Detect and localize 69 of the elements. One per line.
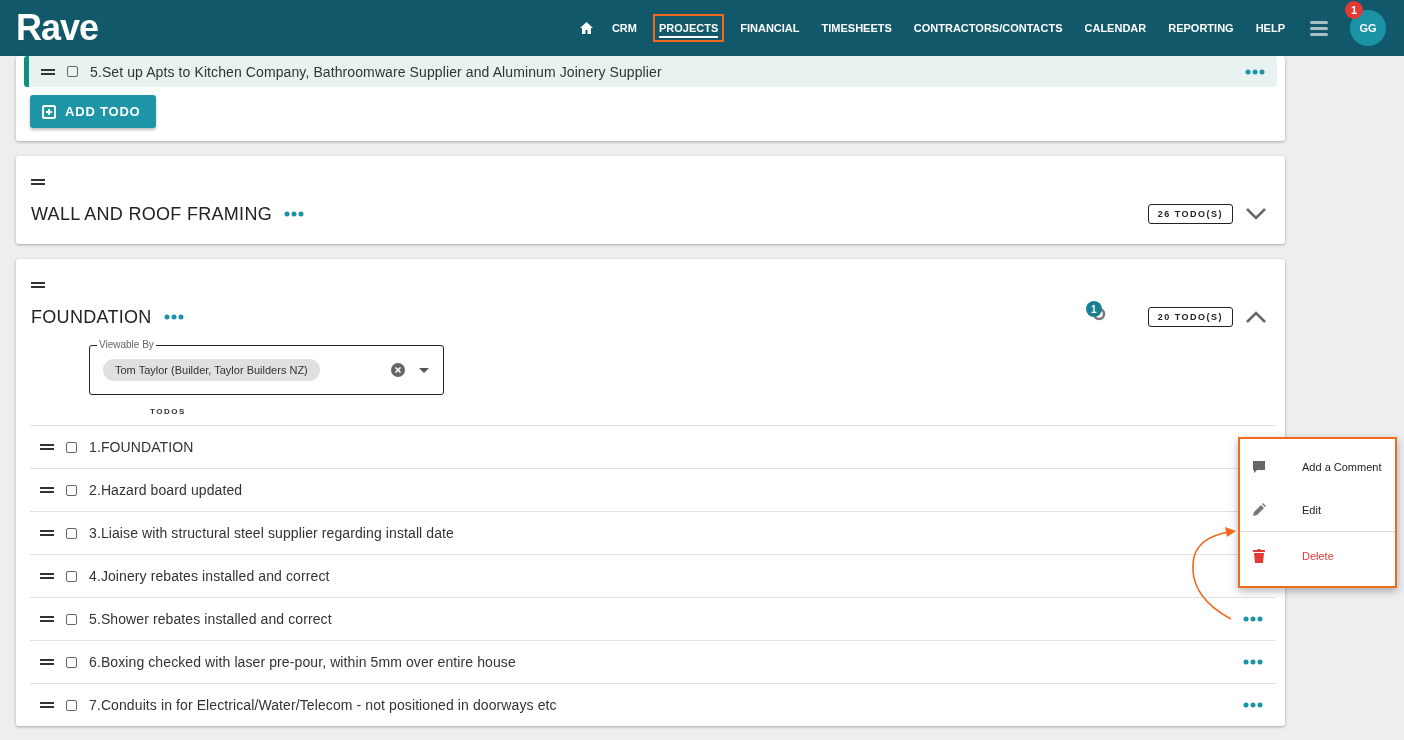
todo-count-badge: 20 TODO(S)	[1147, 307, 1233, 327]
drag-handle-icon[interactable]	[41, 68, 55, 75]
collapse-chevron-icon[interactable]	[1245, 311, 1267, 323]
todo-text: 4.Joinery rebates installed and correct	[89, 568, 330, 584]
nav-tab[interactable]: REPORTING	[1162, 14, 1240, 42]
checkbox[interactable]	[66, 527, 77, 539]
menu-icon[interactable]	[1310, 20, 1328, 36]
drag-handle-icon[interactable]	[40, 702, 54, 708]
checkbox[interactable]	[66, 441, 77, 453]
menu-item-label: Add a Comment	[1302, 460, 1382, 473]
drag-handle-icon[interactable]	[40, 573, 54, 579]
nav-tab[interactable]: PROJECTS	[652, 14, 725, 42]
list-heading: TODOS	[150, 407, 187, 416]
checkbox[interactable]	[67, 66, 78, 77]
clear-icon[interactable]	[391, 363, 405, 377]
more-icon[interactable]	[1243, 659, 1263, 665]
menu-item-label: Edit	[1302, 503, 1321, 516]
more-icon[interactable]	[163, 314, 184, 320]
more-icon[interactable]	[1245, 68, 1265, 75]
add-todo-button[interactable]: ADD TODO	[30, 95, 156, 128]
todo-text: 2.Hazard board updated	[89, 482, 243, 498]
dropdown-caret-icon[interactable]	[419, 367, 429, 373]
drag-handle-icon[interactable]	[31, 179, 45, 185]
todo-text: 7.Conduits in for Electrical/Water/Telecom - not positioned in doorways etc	[89, 697, 557, 713]
drag-handle-icon[interactable]	[40, 530, 54, 536]
home-icon[interactable]	[579, 22, 593, 34]
nav-tab[interactable]: CRM	[605, 14, 643, 42]
comment-icon	[1252, 459, 1266, 474]
drag-handle-icon[interactable]	[31, 282, 45, 288]
nav-tab[interactable]: TIMESHEETS	[815, 14, 898, 42]
todo-row[interactable]: 6.Boxing checked with laser pre-pour, within 5mm over entire house	[30, 640, 1275, 683]
todo-text: 3.Liaise with structural steel supplier regarding install date	[89, 525, 454, 541]
drag-handle-icon[interactable]	[40, 487, 54, 493]
nav-tab[interactable]: CALENDAR	[1078, 14, 1153, 42]
todo-text: 6.Boxing checked with laser pre-pour, within 5mm over entire house	[89, 654, 516, 670]
checkbox[interactable]	[66, 613, 77, 625]
nav-tab[interactable]: HELP	[1249, 14, 1291, 42]
user-chip[interactable]: Tom Taylor (Builder, Taylor Builders NZ)	[103, 359, 320, 381]
pencil-icon	[1252, 502, 1266, 517]
watch-count-badge: 1	[1085, 301, 1102, 317]
watch-icon[interactable]	[1091, 307, 1106, 321]
plus-box-icon	[42, 104, 56, 119]
more-icon[interactable]	[284, 211, 304, 217]
trash-icon	[1252, 549, 1266, 563]
todo-row[interactable]: 5.Set up Apts to Kitchen Company, Bathroomware Supplier and Aluminum Joinery Supplier	[24, 56, 1277, 87]
notification-badge: 1	[1345, 1, 1363, 19]
todo-count-badge: 26 TODO(S)	[1147, 204, 1233, 224]
app-logo[interactable]: Rave	[16, 7, 99, 49]
todo-text: 5.Shower rebates installed and correct	[89, 611, 332, 627]
drag-handle-icon[interactable]	[40, 616, 54, 622]
nav-tab[interactable]: CONTRACTORS/CONTACTS	[907, 14, 1069, 42]
section-title: WALL AND ROOF FRAMING	[31, 203, 272, 225]
more-icon[interactable]	[1243, 702, 1263, 708]
todo-text: 5.Set up Apts to Kitchen Company, Bathroomware Supplier and Aluminum Joinery Supplier	[90, 63, 662, 80]
nav-tab[interactable]: FINANCIAL	[734, 14, 806, 42]
drag-handle-icon[interactable]	[40, 444, 54, 450]
section-title: FOUNDATION	[31, 306, 152, 328]
todo-row[interactable]: 7.Conduits in for Electrical/Water/Telecom - not positioned in doorways etc	[30, 683, 1275, 726]
field-label: Viewable By	[97, 339, 156, 351]
checkbox[interactable]	[66, 699, 77, 711]
todo-row[interactable]: 5.Shower rebates installed and correct	[30, 597, 1275, 640]
checkbox[interactable]	[66, 570, 77, 582]
drag-handle-icon[interactable]	[40, 659, 54, 665]
checkbox[interactable]	[66, 656, 77, 668]
more-icon[interactable]	[1243, 616, 1263, 622]
checkbox[interactable]	[66, 484, 77, 496]
menu-item-label: Delete	[1302, 550, 1334, 562]
todo-text: 1.FOUNDATION	[89, 439, 194, 455]
expand-chevron-icon[interactable]	[1245, 208, 1267, 220]
